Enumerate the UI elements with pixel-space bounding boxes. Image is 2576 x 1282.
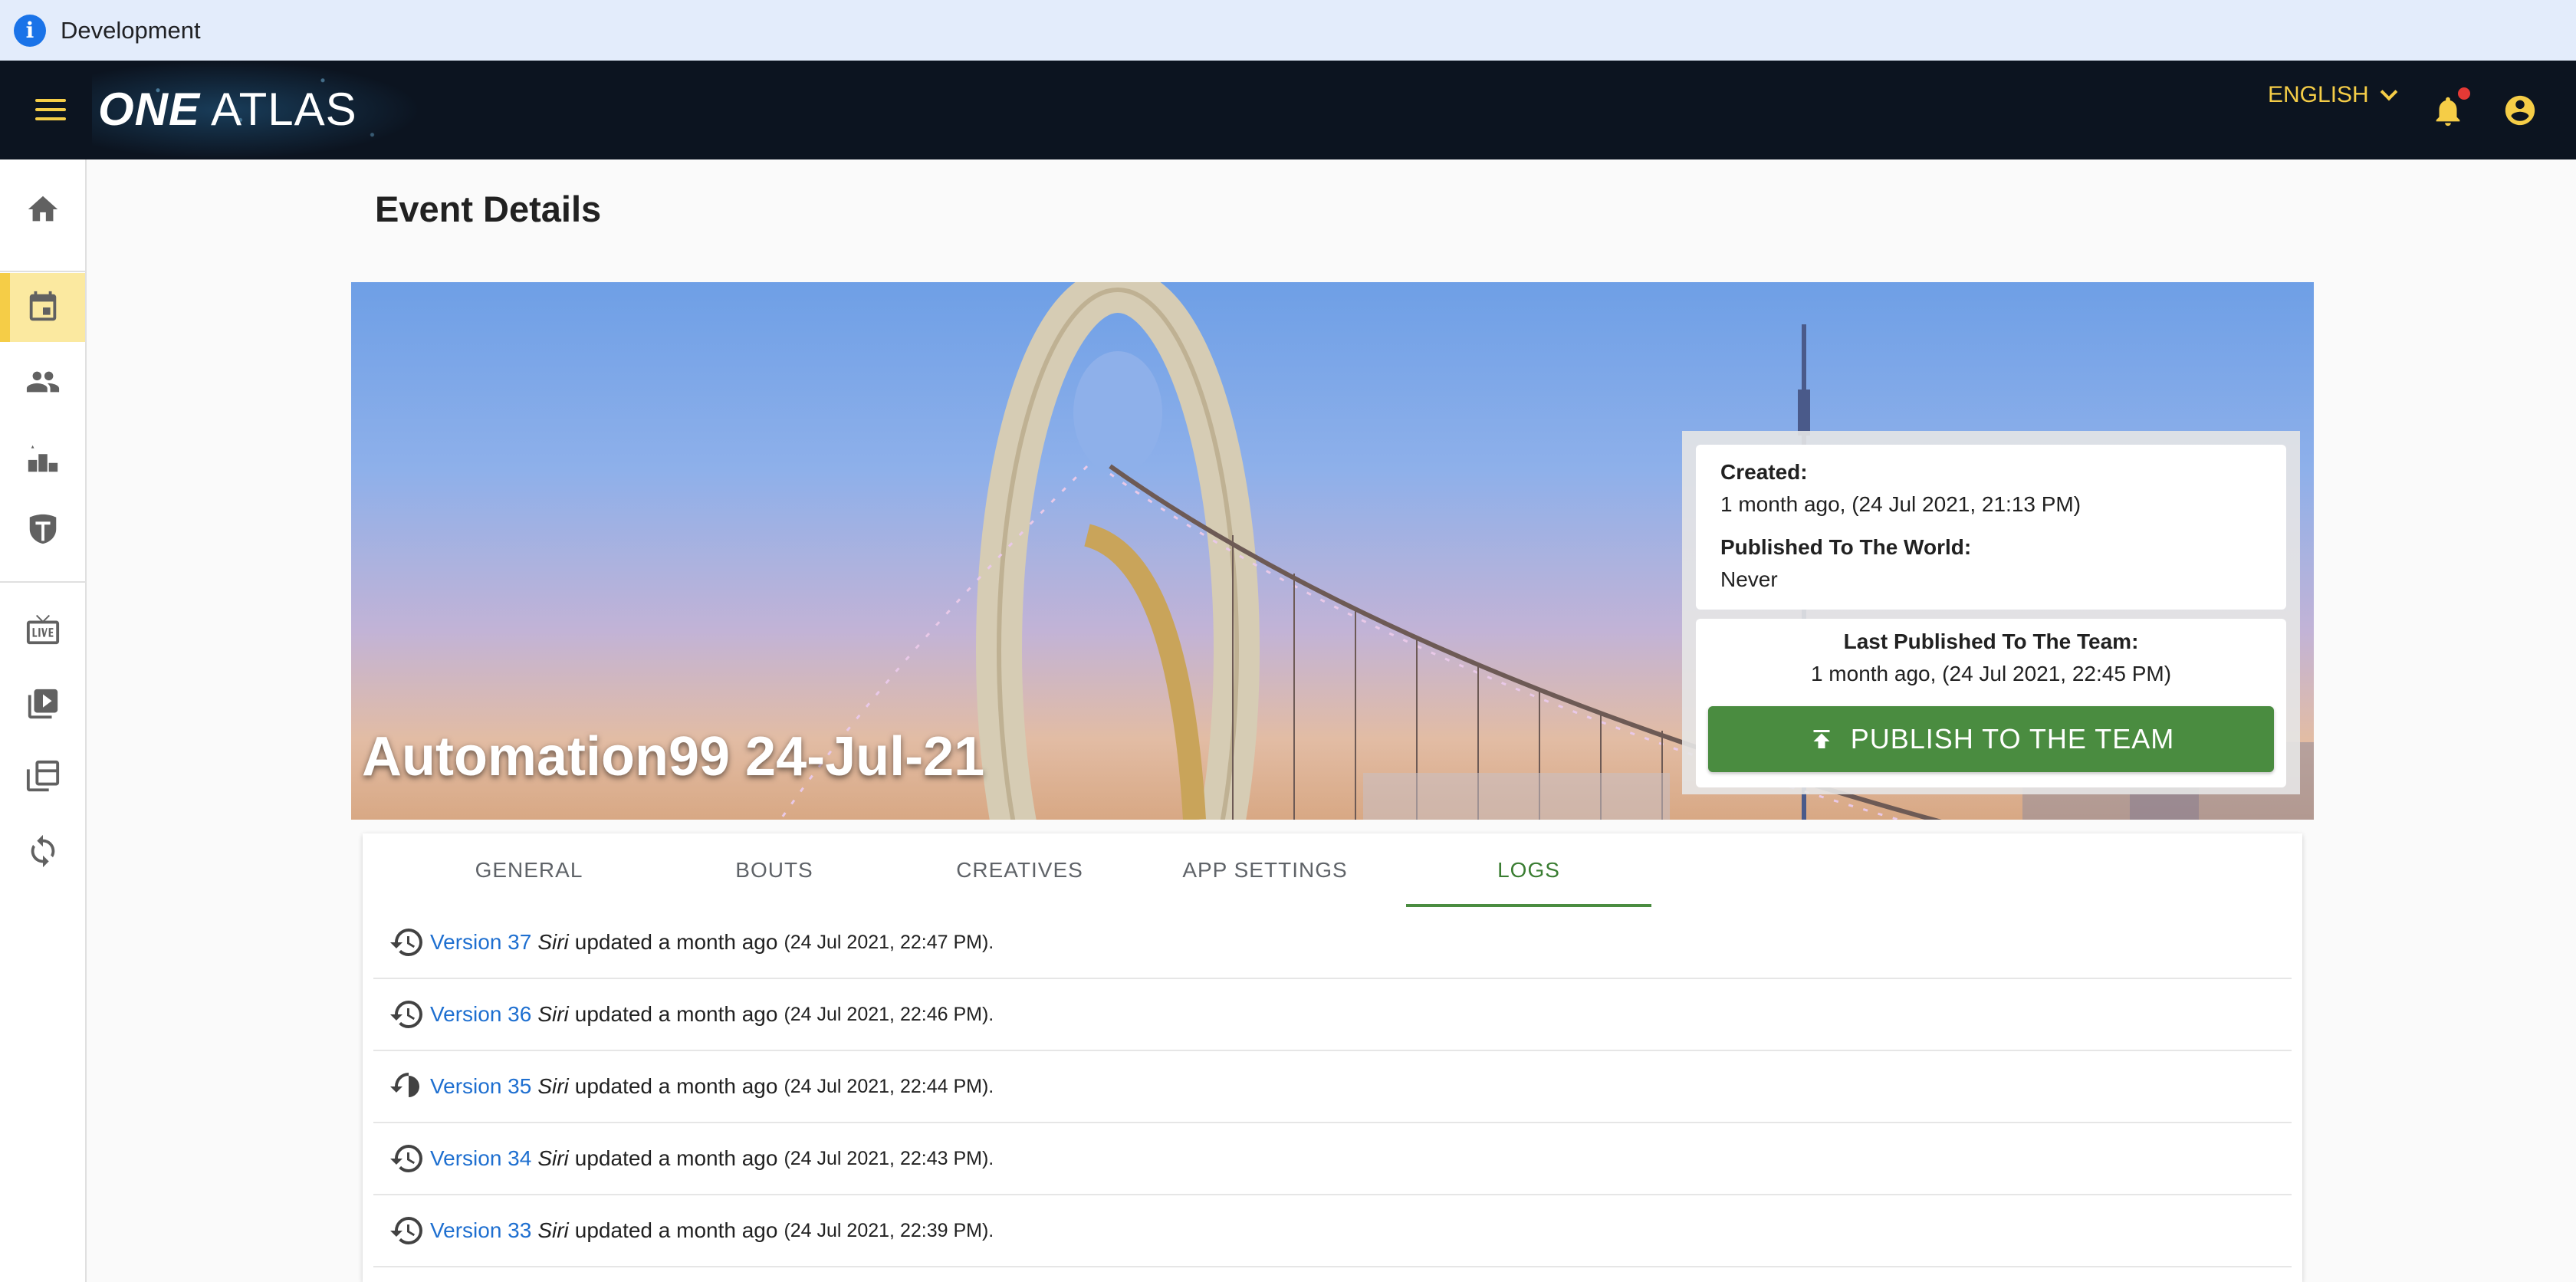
log-action: updated a month ago [574,1218,778,1242]
collections-icon [26,760,59,792]
tab-bar: GENERAL BOUTS CREATIVES APP SETTINGS LOG… [363,833,2302,907]
history-icon [390,1217,422,1244]
tab-logs[interactable]: LOGS [1406,833,1651,907]
sidebar [0,159,87,1282]
log-row: Version 37 Siri updated a month ago (24 … [373,907,2292,979]
log-row: Version 35 Siri updated a month ago (24 … [373,1051,2292,1123]
log-user: Siri [537,1074,569,1098]
publish-to-team-button[interactable]: PUBLISH TO THE TEAM [1708,706,2274,772]
log-action: updated a month ago [574,1002,778,1026]
info-icon: i [14,14,46,47]
log-user: Siri [537,1002,569,1026]
shield-icon [29,514,56,544]
created-info-card: Created: 1 month ago, (24 Jul 2021, 21:1… [1696,445,2286,610]
app-bar: ONE ATLAS [0,61,2576,159]
sidebar-item-people[interactable] [0,347,85,416]
created-value: 1 month ago, (24 Jul 2021, 21:13 PM) [1720,492,2082,516]
tab-bouts[interactable]: BOUTS [652,833,897,907]
people-icon [26,371,59,393]
log-date: (24 Jul 2021, 22:44 PM). [784,1075,994,1097]
tab-general[interactable]: GENERAL [406,833,652,907]
log-action: updated a month ago [574,930,778,954]
podium-icon [28,445,58,472]
log-date: (24 Jul 2021, 22:47 PM). [784,931,994,953]
video-library-icon [28,689,58,719]
history-icon [390,1073,419,1097]
page-title: Event Details [375,189,602,229]
live-tv-icon [26,614,59,645]
history-icon [390,1145,422,1172]
sidebar-item-shield[interactable] [0,495,85,564]
sidebar-item-sync[interactable] [0,817,85,886]
version-link[interactable]: Version 33 [430,1218,531,1243]
sidebar-item-home[interactable] [0,175,85,244]
notification-dot [2458,87,2470,100]
sidebar-item-rankings[interactable] [0,424,85,493]
version-link[interactable]: Version 35 [430,1074,531,1099]
team-value: 1 month ago, (24 Jul 2021, 22:45 PM) [1810,662,2172,685]
log-user: Siri [537,930,569,954]
app-logo[interactable]: ONE ATLAS [98,82,357,136]
environment-label: Development [61,16,201,44]
log-date: (24 Jul 2021, 22:46 PM). [784,1003,994,1025]
version-link[interactable]: Version 37 [430,930,531,955]
log-user: Siri [537,1218,569,1242]
language-selector[interactable]: ENGLISH [2268,82,2398,108]
home-icon [28,196,58,222]
world-label: Published To The World: [1720,535,1972,559]
log-row: Version 33 Siri updated a month ago (24 … [373,1195,2292,1267]
chevron-down-icon [2380,83,2398,101]
environment-banner: i Development [0,0,2576,61]
event-name: Automation99 24-Jul-21 [362,726,985,787]
version-link[interactable]: Version 34 [430,1146,531,1171]
log-row: Version 36 Siri updated a month ago (24 … [373,979,2292,1051]
sidebar-item-collections[interactable] [0,742,85,811]
log-action: updated a month ago [574,1074,778,1098]
version-link[interactable]: Version 36 [430,1002,531,1027]
created-label: Created: [1720,460,1808,484]
logo-atlas: ATLAS [211,83,357,135]
team-info-card: Last Published To The Team: 1 month ago,… [1696,619,2286,787]
logo-one: ONE [98,83,201,135]
log-user: Siri [537,1146,569,1170]
log-date: (24 Jul 2021, 22:43 PM). [784,1147,994,1169]
sidebar-item-events[interactable] [0,273,85,342]
publish-info-panel: Created: 1 month ago, (24 Jul 2021, 21:1… [1682,431,2300,794]
log-date: (24 Jul 2021, 22:39 PM). [784,1219,994,1241]
calendar-icon [29,291,56,321]
sync-icon [31,834,54,868]
sidebar-item-videos[interactable] [0,669,85,738]
bell-icon[interactable] [2430,87,2470,130]
event-tabs-card: GENERAL BOUTS CREATIVES APP SETTINGS LOG… [363,833,2302,1282]
account-circle-icon[interactable] [2502,93,2538,128]
menu-icon[interactable] [35,96,66,123]
team-label: Last Published To The Team: [1843,629,2139,653]
sidebar-item-live[interactable] [0,595,85,664]
log-row: Version 34 Siri updated a month ago (24 … [373,1123,2292,1195]
publish-button-label: PUBLISH TO THE TEAM [1850,723,2175,754]
log-action: updated a month ago [574,1146,778,1170]
tab-app-settings[interactable]: APP SETTINGS [1142,833,1388,907]
event-banner: Automation99 24-Jul-21 Created: 1 month … [351,282,2314,820]
tab-creatives[interactable]: CREATIVES [897,833,1142,907]
log-list: Version 37 Siri updated a month ago (24 … [373,907,2292,1267]
publish-icon [1813,730,1830,748]
history-icon [390,929,422,956]
history-icon [390,1001,422,1028]
language-label: ENGLISH [2268,82,2369,107]
world-value: Never [1720,567,1778,591]
